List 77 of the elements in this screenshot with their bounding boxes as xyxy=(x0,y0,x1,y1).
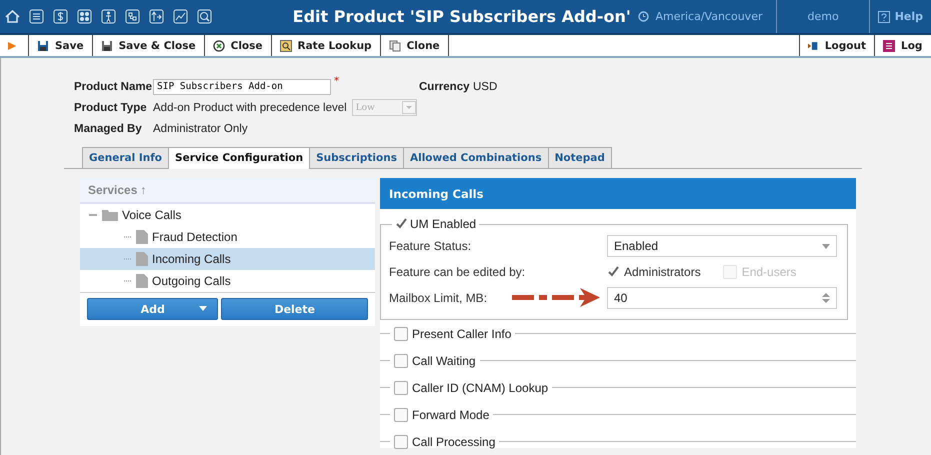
checkbox[interactable] xyxy=(394,408,408,422)
tab[interactable]: Service Configuration xyxy=(168,147,310,169)
checkbox[interactable] xyxy=(394,326,408,340)
add-button[interactable]: Add xyxy=(87,298,218,320)
folder-icon xyxy=(102,209,118,221)
tree-item[interactable]: Voice Calls xyxy=(80,204,375,226)
field-label: Feature can be edited by: xyxy=(389,265,526,279)
dropdown-arrow-icon xyxy=(822,244,830,248)
save-icon xyxy=(37,40,49,52)
copy-icon xyxy=(388,40,401,52)
tree-item[interactable]: Incoming Calls xyxy=(80,248,375,270)
product-name-field[interactable]: SIP Subscribers Add-on xyxy=(153,78,331,94)
tab[interactable]: Allowed Combinations xyxy=(402,147,549,168)
dollar-icon[interactable] xyxy=(53,9,68,24)
chart-icon[interactable] xyxy=(173,9,188,24)
field-label: Currency xyxy=(419,80,470,92)
spinner-icon[interactable] xyxy=(822,292,830,304)
tab[interactable]: Notepad xyxy=(548,147,612,168)
panel-heading: Services xyxy=(88,183,138,197)
user-name[interactable]: demo xyxy=(807,10,839,23)
checkbox-label: Administrators xyxy=(624,265,701,279)
door-icon xyxy=(808,40,819,52)
section-label: Caller ID (CNAM) Lookup xyxy=(412,380,548,394)
feature-status-dropdown[interactable]: Enabled xyxy=(607,235,837,257)
section-label: Present Caller Info xyxy=(412,326,512,340)
field-label: Managed By xyxy=(74,122,143,134)
toolbar-button[interactable]: Save xyxy=(29,35,93,56)
toolbar-button[interactable]: Logout xyxy=(799,35,874,56)
tree-item[interactable]: Fraud Detection xyxy=(80,226,375,248)
help-icon xyxy=(878,10,890,22)
document-icon xyxy=(136,252,148,266)
section-label: Forward Mode xyxy=(412,408,490,422)
field-label: Feature Status: xyxy=(389,239,472,253)
save-icon xyxy=(100,40,113,52)
section-label: Call Waiting xyxy=(412,354,476,368)
list-icon[interactable] xyxy=(29,9,44,24)
document-icon xyxy=(136,230,148,244)
panel-title: Incoming Calls xyxy=(389,186,484,200)
toolbar-button[interactable]: Close xyxy=(204,35,272,56)
timezone-link[interactable]: America/Vancouver xyxy=(638,10,776,23)
checkbox-label: UM Enabled xyxy=(410,217,476,231)
window-title: Edit Product 'SIP Subscribers Add-on' xyxy=(292,7,632,26)
tab[interactable]: Subscriptions xyxy=(309,147,404,168)
field-label: Mailbox Limit, MB: xyxy=(389,291,488,305)
tab[interactable]: General Info xyxy=(82,147,170,168)
search-icon[interactable] xyxy=(197,9,212,24)
network-icon[interactable] xyxy=(125,9,140,24)
section-label: Call Processing xyxy=(412,434,496,448)
tree-item[interactable]: Outgoing Calls xyxy=(80,270,375,292)
caret-icon[interactable] xyxy=(199,306,208,311)
grid-icon[interactable] xyxy=(77,9,92,24)
mailbox-limit-field[interactable]: 40 xyxy=(607,287,837,309)
checkbox[interactable] xyxy=(394,380,408,394)
required-mark: * xyxy=(334,76,339,87)
field-label: Product Name xyxy=(74,80,153,92)
toolbar-button[interactable]: Rate Lookup xyxy=(272,35,381,56)
play-icon[interactable] xyxy=(8,40,16,50)
delete-button[interactable]: Delete xyxy=(221,298,368,320)
home-icon[interactable] xyxy=(5,9,20,24)
magnifier-icon xyxy=(280,40,292,52)
managed-by-value: Administrator Only xyxy=(153,122,248,134)
toolbar-button[interactable]: Clone xyxy=(380,35,449,56)
checkbox-label: End-users xyxy=(742,265,796,279)
product-type-value: Add-on Product with precedence level xyxy=(153,102,347,114)
currency-value: USD xyxy=(473,80,498,92)
checkbox[interactable] xyxy=(394,434,408,448)
toolbar-button[interactable]: Log xyxy=(874,35,931,56)
toolbar-button[interactable]: Save & Close xyxy=(92,35,205,56)
list-icon xyxy=(883,40,895,52)
person-icon[interactable] xyxy=(101,9,116,24)
field-label: Product Type xyxy=(74,102,148,114)
checkbox[interactable] xyxy=(394,354,408,368)
clock-icon xyxy=(638,11,650,22)
export-icon[interactable] xyxy=(149,9,164,24)
close-icon xyxy=(212,40,225,52)
help-link[interactable]: Help xyxy=(868,0,931,33)
document-icon xyxy=(136,274,148,288)
